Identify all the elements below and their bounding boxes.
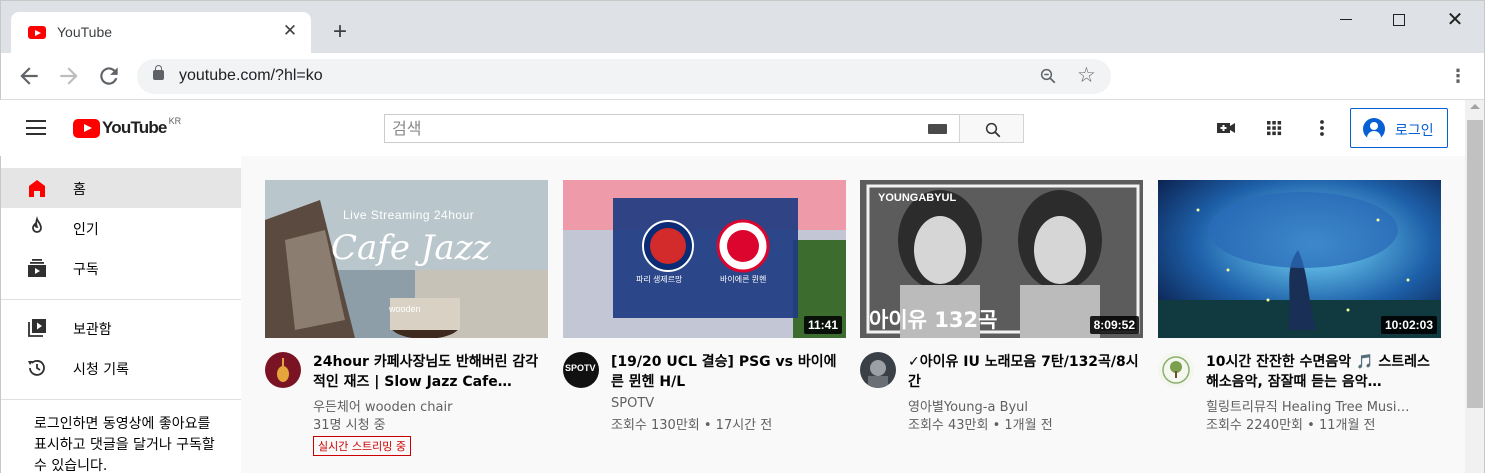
team1-label: 파리 생제르망	[636, 275, 683, 284]
video-metadata: 조회수 130만회 • 17시간 전	[611, 418, 773, 433]
home-icon	[29, 180, 45, 197]
new-tab-plus-icon[interactable]: +	[327, 19, 353, 45]
home-feed: Live Streaming 24hour Cafe Jazz wooden 2…	[241, 156, 1465, 473]
trending-fire-icon	[32, 216, 42, 233]
sidebar-item-subscriptions[interactable]: 구독	[1, 248, 241, 288]
channel-avatar-text: SPOTV	[565, 363, 596, 373]
youtube-play-logo-icon	[73, 118, 100, 138]
url-text[interactable]: youtube.com/?hl=ko	[179, 67, 323, 85]
sidebar-item-home[interactable]: 홈	[1, 168, 241, 208]
video-title[interactable]: 24hour 카페사장님도 반해버린 감각적인 재즈 | Slow Jazz C…	[313, 352, 548, 392]
window-close-icon[interactable]: ✕	[1435, 7, 1475, 33]
apps-grid-icon[interactable]	[1262, 116, 1286, 140]
sidebar-item-label: 시청 기록	[73, 362, 129, 378]
window-minimize-icon[interactable]	[1326, 7, 1366, 33]
video-thumbnail[interactable]: 10:02:03	[1158, 180, 1441, 338]
video-thumbnail[interactable]: Live Streaming 24hour Cafe Jazz wooden	[265, 180, 548, 338]
video-title[interactable]: 10시간 잔잔한 수면음악 🎵 스트레스 해소음악, 잠잘때 듣는 음악…	[1206, 352, 1441, 392]
scrollbar-thumb[interactable]	[1467, 120, 1483, 408]
sidebar-item-trending[interactable]: 인기	[1, 208, 241, 248]
sidebar-login-promo: 로그인하면 동영상에 좋아요를 표시하고 댓글을 달거나 구독할 수 있습니다.	[34, 416, 215, 473]
video-metadata: 조회수 43만회 • 1개월 전	[908, 418, 1053, 433]
search-input[interactable]	[385, 115, 915, 142]
sidebar-item-label: 구독	[73, 262, 99, 278]
guide-sidebar: 홈 인기 구독 보관함 시청 기록 로그인하면 동영상에 좋아요를 표시하고 댓…	[0, 156, 241, 473]
youtube-favicon-icon	[28, 26, 46, 39]
thumbnail-title: Cafe Jazz	[331, 228, 491, 268]
channel-avatar[interactable]	[265, 352, 301, 388]
chrome-menu-icon[interactable]: ⋮	[1448, 63, 1468, 89]
channel-name[interactable]: 우든체어 wooden chair	[313, 396, 548, 415]
account-circle-icon	[1363, 118, 1385, 140]
reload-icon[interactable]	[96, 63, 122, 89]
sidebar-divider	[1, 299, 241, 300]
hamburger-menu-icon[interactable]	[26, 120, 46, 136]
video-metadata: 조회수 2240만회 • 11개월 전	[1206, 418, 1376, 433]
channel-name[interactable]: SPOTV	[611, 396, 846, 411]
thumbnail-caption: 아이유 132곡	[869, 308, 998, 332]
browser-tab-strip: YouTube ✕ + ✕	[0, 0, 1485, 54]
thumbnail-caption: Live Streaming 24hour	[343, 208, 475, 222]
sidebar-item-history[interactable]: 시청 기록	[1, 348, 241, 388]
youtube-logo[interactable]: YouTube KR	[73, 116, 182, 138]
region-code: KR	[168, 116, 182, 126]
team2-label: 바이에른 뮌헨	[720, 275, 767, 284]
back-arrow-icon[interactable]	[16, 63, 42, 89]
address-bar[interactable]: youtube.com/?hl=ko ☆	[137, 59, 1111, 94]
tab-title: YouTube	[57, 24, 113, 40]
search-icon	[985, 122, 1001, 138]
video-duration: 11:41	[803, 316, 842, 334]
scroll-up-arrow-icon[interactable]	[1470, 104, 1480, 109]
channel-name[interactable]: 힐링트리뮤직 Healing Tree Musi…	[1206, 396, 1441, 415]
browser-tab[interactable]: YouTube ✕	[11, 12, 311, 54]
sidebar-item-library[interactable]: 보관함	[1, 308, 241, 348]
login-button[interactable]: 로그인	[1350, 108, 1448, 148]
video-metadata: 31명 시청 중	[313, 418, 386, 433]
create-video-icon[interactable]	[1214, 116, 1238, 140]
channel-avatar[interactable]	[860, 352, 896, 388]
zoom-out-icon[interactable]	[1039, 67, 1057, 85]
sidebar-item-label: 인기	[73, 222, 99, 238]
sidebar-item-label: 보관함	[73, 322, 112, 338]
browser-toolbar: youtube.com/?hl=ko ☆ ⋮	[0, 53, 1485, 100]
video-title[interactable]: ✓아이유 IU 노래모음 7탄/132곡/8시간	[908, 352, 1143, 392]
forward-arrow-icon[interactable]	[56, 63, 82, 89]
sidebar-item-label: 홈	[73, 182, 86, 198]
page-scrollbar[interactable]	[1465, 100, 1485, 473]
library-icon	[28, 319, 46, 337]
subscriptions-icon	[28, 259, 46, 277]
keyboard-icon[interactable]	[928, 124, 947, 134]
sidebar-divider	[1, 399, 241, 400]
live-badge: 실시간 스트리밍 중	[313, 436, 411, 456]
history-icon	[28, 360, 45, 376]
video-duration: 10:02:03	[1380, 316, 1437, 334]
window-maximize-icon[interactable]	[1379, 7, 1419, 33]
channel-avatar[interactable]: SPOTV	[563, 352, 599, 388]
channel-name[interactable]: 영아별Young-a Byul	[908, 396, 1143, 415]
more-vertical-icon[interactable]	[1310, 116, 1334, 140]
tab-close-icon[interactable]: ✕	[279, 20, 301, 42]
video-title[interactable]: [19/20 UCL 결승] PSG vs 바이에른 뮌헨 H/L	[611, 352, 846, 392]
channel-avatar[interactable]	[1158, 352, 1194, 388]
youtube-logo-text: YouTube	[102, 118, 167, 137]
thumbnail-brand: YOUNGABYUL	[878, 192, 957, 204]
login-label: 로그인	[1395, 123, 1434, 139]
video-thumbnail[interactable]: YOUNGABYUL 아이유 132곡 8:09:52	[860, 180, 1143, 338]
youtube-masthead: YouTube KR 로그인	[0, 100, 1465, 156]
video-thumbnail[interactable]: 파리 생제르망 바이에른 뮌헨 11:41	[563, 180, 846, 338]
search-box	[384, 114, 960, 143]
search-button[interactable]	[959, 114, 1024, 143]
video-duration: 8:09:52	[1089, 316, 1139, 334]
thumbnail-brand: wooden	[389, 304, 421, 314]
bookmark-star-icon[interactable]: ☆	[1077, 63, 1096, 89]
lock-icon[interactable]	[153, 65, 164, 80]
